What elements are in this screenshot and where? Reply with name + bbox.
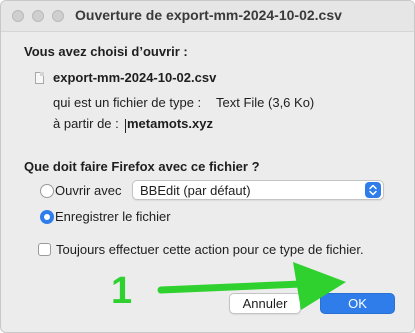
- intro-text: Vous avez choisi d’ouvrir :: [24, 44, 188, 59]
- save-file-label[interactable]: Enregistrer le fichier: [55, 209, 171, 224]
- zoom-window-icon[interactable]: [52, 10, 64, 22]
- select-chevron-icon[interactable]: [365, 182, 381, 198]
- text-cursor: [125, 119, 126, 133]
- window-title: Ouverture de export-mm-2024-10-02.csv: [75, 7, 342, 23]
- ok-button[interactable]: OK: [320, 293, 395, 314]
- file-type-label: qui est un fichier de type :: [53, 95, 202, 110]
- save-file-radio[interactable]: [40, 210, 54, 224]
- file-type-value: Text File (3,6 Ko): [216, 95, 315, 110]
- dialog-content: Vous avez choisi d’ouvrir : export-mm-20…: [1, 32, 414, 332]
- always-do-this-checkbox[interactable]: [38, 243, 51, 256]
- action-question: Que doit faire Firefox avec ce fichier ?: [24, 159, 260, 174]
- download-dialog-window: Ouverture de export-mm-2024-10-02.csv Vo…: [0, 0, 415, 333]
- close-window-icon[interactable]: [12, 10, 24, 22]
- file-name: export-mm-2024-10-02.csv: [53, 70, 217, 85]
- annotation-step-number: 1: [111, 270, 133, 312]
- title-bar[interactable]: Ouverture de export-mm-2024-10-02.csv: [1, 1, 414, 32]
- source-label: à partir de :: [53, 116, 119, 131]
- application-select-value: BBEdit (par défaut): [140, 183, 251, 198]
- cancel-button[interactable]: Annuler: [229, 293, 301, 314]
- always-do-this-label[interactable]: Toujours effectuer cette action pour ce …: [56, 242, 364, 257]
- open-with-label[interactable]: Ouvrir avec: [55, 183, 121, 198]
- source-value: metamots.xyz: [127, 116, 213, 131]
- file-document-icon: [35, 72, 44, 84]
- application-select[interactable]: BBEdit (par défaut): [132, 180, 384, 200]
- open-with-radio[interactable]: [40, 184, 54, 198]
- minimize-window-icon[interactable]: [32, 10, 44, 22]
